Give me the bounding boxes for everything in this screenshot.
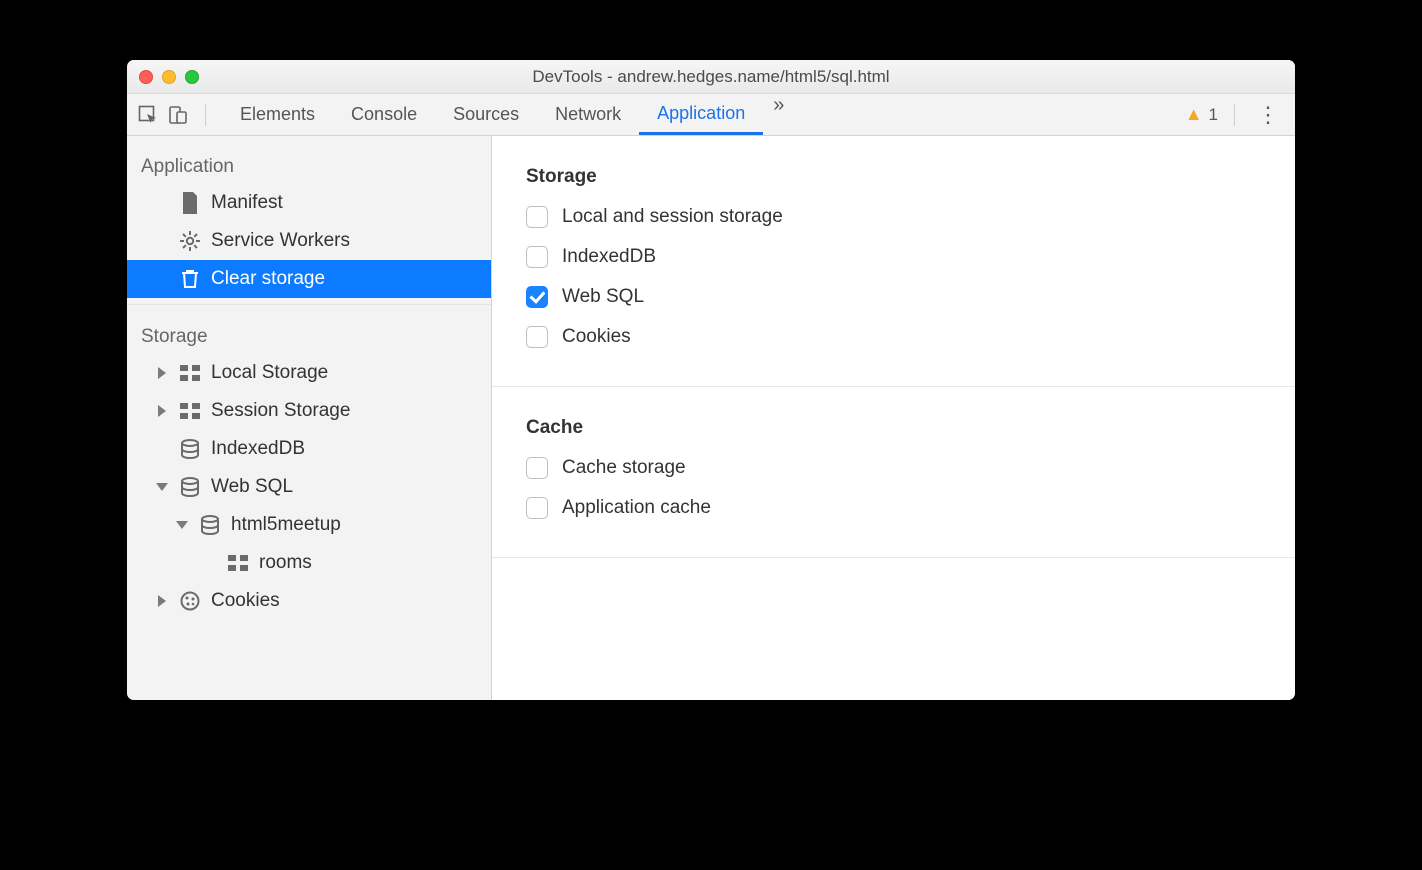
expand-icon [158, 405, 166, 417]
warning-icon: ▲ [1185, 104, 1203, 125]
sidebar-item-local-storage[interactable]: Local Storage [127, 354, 491, 392]
device-toolbar-icon[interactable] [167, 104, 189, 126]
sidebar-item-label: Session Storage [211, 400, 350, 422]
tab-elements[interactable]: Elements [222, 94, 333, 135]
titlebar: DevTools - andrew.hedges.name/html5/sql.… [127, 60, 1295, 94]
option-cache-storage[interactable]: Cache storage [526, 457, 1261, 479]
checkbox-unchecked-icon [526, 457, 548, 479]
more-tabs-icon[interactable]: » [763, 94, 794, 135]
sidebar-item-web-sql[interactable]: Web SQL [127, 468, 491, 506]
option-application-cache[interactable]: Application cache [526, 497, 1261, 519]
sidebar-item-label: Web SQL [211, 476, 293, 498]
devtools-toolbar: Elements Console Sources Network Applica… [127, 94, 1295, 136]
database-icon [199, 514, 221, 536]
option-indexeddb[interactable]: IndexedDB [526, 246, 1261, 268]
expand-icon [158, 595, 166, 607]
checkbox-unchecked-icon [526, 326, 548, 348]
expand-icon [158, 367, 166, 379]
option-label: IndexedDB [562, 246, 656, 268]
sidebar-item-label: Local Storage [211, 362, 328, 384]
cache-heading: Cache [526, 417, 1261, 439]
sidebar-section-storage: Storage [127, 318, 491, 354]
sidebar-item-indexeddb[interactable]: IndexedDB [127, 430, 491, 468]
sidebar-separator [127, 304, 491, 318]
sidebar-item-clear-storage[interactable]: Clear storage [127, 260, 491, 298]
option-label: Cookies [562, 326, 631, 348]
option-label: Application cache [562, 497, 711, 519]
application-sidebar: Application Manifest Service Workers [127, 136, 492, 700]
manifest-icon [179, 192, 201, 214]
tab-network[interactable]: Network [537, 94, 639, 135]
gear-icon [179, 230, 201, 252]
devtools-body: Application Manifest Service Workers [127, 136, 1295, 700]
sidebar-section-application: Application [127, 148, 491, 184]
sidebar-item-label: rooms [259, 552, 312, 574]
collapse-icon [156, 483, 168, 491]
storage-grid-icon [179, 362, 201, 384]
tab-application[interactable]: Application [639, 94, 763, 135]
trash-icon [179, 268, 201, 290]
sidebar-item-web-sql-database[interactable]: html5meetup [127, 506, 491, 544]
sidebar-item-web-sql-table[interactable]: rooms [127, 544, 491, 582]
inspect-element-icon[interactable] [137, 104, 159, 126]
devtools-menu-icon[interactable]: ⋮ [1251, 102, 1285, 128]
cookie-icon [179, 590, 201, 612]
sidebar-item-session-storage[interactable]: Session Storage [127, 392, 491, 430]
database-icon [179, 476, 201, 498]
option-web-sql[interactable]: Web SQL [526, 286, 1261, 308]
sidebar-item-label: Cookies [211, 590, 280, 612]
sidebar-item-label: Service Workers [211, 230, 350, 252]
sidebar-item-label: html5meetup [231, 514, 341, 536]
sidebar-item-service-workers[interactable]: Service Workers [127, 222, 491, 260]
tab-sources[interactable]: Sources [435, 94, 537, 135]
option-cookies[interactable]: Cookies [526, 326, 1261, 348]
table-icon [227, 552, 249, 574]
storage-heading: Storage [526, 166, 1261, 188]
option-label: Cache storage [562, 457, 686, 479]
devtools-window: DevTools - andrew.hedges.name/html5/sql.… [127, 60, 1295, 700]
warning-count: 1 [1209, 105, 1218, 125]
sidebar-item-label: Clear storage [211, 268, 325, 290]
sidebar-item-label: IndexedDB [211, 438, 305, 460]
storage-grid-icon [179, 400, 201, 422]
window-title: DevTools - andrew.hedges.name/html5/sql.… [127, 67, 1295, 87]
option-label: Web SQL [562, 286, 644, 308]
cache-section: Cache Cache storage Application cache [492, 387, 1295, 558]
clear-storage-panel: Storage Local and session storage Indexe… [492, 136, 1295, 700]
checkbox-checked-icon [526, 286, 548, 308]
devtools-panel-tabs: Elements Console Sources Network Applica… [222, 94, 794, 135]
option-local-session-storage[interactable]: Local and session storage [526, 206, 1261, 228]
storage-section: Storage Local and session storage Indexe… [492, 136, 1295, 387]
sidebar-item-label: Manifest [211, 192, 283, 214]
toolbar-separator [1234, 104, 1235, 126]
warnings-indicator[interactable]: ▲ 1 [1185, 104, 1218, 125]
tab-console[interactable]: Console [333, 94, 435, 135]
checkbox-unchecked-icon [526, 206, 548, 228]
checkbox-unchecked-icon [526, 497, 548, 519]
collapse-icon [176, 521, 188, 529]
database-icon [179, 438, 201, 460]
sidebar-item-manifest[interactable]: Manifest [127, 184, 491, 222]
option-label: Local and session storage [562, 206, 783, 228]
sidebar-item-cookies[interactable]: Cookies [127, 582, 491, 620]
checkbox-unchecked-icon [526, 246, 548, 268]
toolbar-separator [205, 104, 206, 126]
